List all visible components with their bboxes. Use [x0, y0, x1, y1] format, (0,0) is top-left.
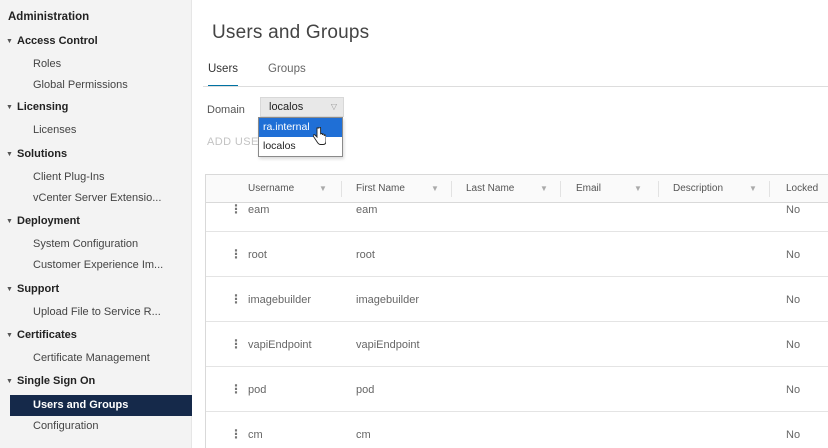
sidebar-item-licenses[interactable]: Licenses — [0, 120, 191, 141]
domain-select-value: localos — [269, 101, 304, 113]
vertical-ellipsis-icon[interactable]: ⋮ — [230, 202, 242, 216]
sidebar-section-label: Licensing — [17, 101, 69, 113]
sidebar-item-users-and-groups[interactable]: Users and Groups — [10, 395, 192, 416]
add-user-button[interactable]: ADD USE — [207, 136, 259, 148]
chevron-down-icon: ▼ — [6, 217, 13, 225]
sidebar-section-support[interactable]: ▼ Support — [6, 283, 59, 295]
vertical-ellipsis-icon[interactable]: ⋮ — [230, 382, 242, 396]
cell-username: eam — [248, 204, 270, 216]
sidebar-section-label: Support — [17, 283, 60, 295]
cell-locked: No — [786, 384, 801, 396]
sidebar-item-certificate-management[interactable]: Certificate Management — [0, 348, 191, 369]
sidebar-item-global-permissions[interactable]: Global Permissions — [0, 75, 191, 96]
sidebar-item-upload-file[interactable]: Upload File to Service R... — [0, 302, 191, 323]
cell-username: vapiEndpoint — [248, 339, 312, 351]
sidebar-item-client-plug-ins[interactable]: Client Plug-Ins — [0, 167, 191, 188]
cell-locked: No — [786, 339, 801, 351]
users-table: Username ▼ First Name ▼ Last Name ▼ Emai… — [205, 174, 828, 448]
sidebar-item-system-configuration[interactable]: System Configuration — [0, 234, 191, 255]
chevron-down-icon: ▼ — [6, 285, 13, 293]
cell-first-name: pod — [356, 384, 375, 396]
sidebar-section-label: Solutions — [17, 148, 68, 160]
cell-username: imagebuilder — [248, 294, 311, 306]
cell-first-name: root — [356, 249, 375, 261]
sidebar-section-access-control[interactable]: ▼ Access Control — [6, 35, 98, 47]
table-row[interactable]: ⋮ imagebuilder imagebuilder No — [206, 277, 828, 322]
cell-locked: No — [786, 249, 801, 261]
tab-users[interactable]: Users — [208, 63, 239, 87]
chevron-down-icon: ▼ — [6, 103, 13, 111]
domain-select[interactable]: localos ▽ — [260, 97, 344, 117]
sidebar-section-label: Access Control — [17, 35, 98, 47]
sidebar-item-customer-experience[interactable]: Customer Experience Im... — [0, 255, 191, 276]
cell-locked: No — [786, 204, 801, 216]
cell-locked: No — [786, 429, 801, 441]
vertical-ellipsis-icon[interactable]: ⋮ — [230, 247, 242, 261]
vertical-ellipsis-icon[interactable]: ⋮ — [230, 337, 242, 351]
domain-label: Domain — [207, 104, 245, 116]
cell-first-name: vapiEndpoint — [356, 339, 420, 351]
hand-pointer-icon — [313, 127, 326, 145]
table-row[interactable]: ⋮ vapiEndpoint vapiEndpoint No — [206, 322, 828, 367]
sidebar-item-vcenter-server-extensions[interactable]: vCenter Server Extensio... — [0, 188, 191, 209]
table-row[interactable]: ⋮ pod pod No — [206, 367, 828, 412]
chevron-down-icon: ▼ — [6, 150, 13, 158]
chevron-down-icon: ▼ — [6, 37, 13, 45]
cell-locked: No — [786, 294, 801, 306]
sidebar-section-solutions[interactable]: ▼ Solutions — [6, 148, 67, 160]
domain-option-localos[interactable]: localos — [259, 137, 342, 156]
tab-groups[interactable]: Groups — [268, 63, 306, 87]
sidebar-item-roles[interactable]: Roles — [0, 54, 191, 75]
chevron-down-icon: ▼ — [6, 377, 13, 385]
main-content: Users and Groups Users Groups Domain loc… — [193, 0, 828, 448]
cell-first-name: cm — [356, 429, 371, 441]
tabs-divider — [203, 86, 828, 87]
table-row[interactable]: ⋮ root root No — [206, 232, 828, 277]
sidebar-section-label: Deployment — [17, 215, 80, 227]
cell-username: root — [248, 249, 267, 261]
vertical-ellipsis-icon[interactable]: ⋮ — [230, 292, 242, 306]
sidebar-section-deployment[interactable]: ▼ Deployment — [6, 215, 80, 227]
sidebar-section-licensing[interactable]: ▼ Licensing — [6, 101, 68, 113]
domain-option-ra-internal[interactable]: ra.internal — [259, 118, 342, 137]
cell-username: pod — [248, 384, 267, 396]
sidebar-item-configuration[interactable]: Configuration — [0, 416, 191, 437]
chevron-down-icon: ▽ — [330, 102, 337, 111]
chevron-down-icon: ▼ — [6, 331, 13, 339]
page-title: Users and Groups — [212, 22, 370, 43]
cell-first-name: eam — [356, 204, 378, 216]
cell-username: cm — [248, 429, 263, 441]
vertical-ellipsis-icon[interactable]: ⋮ — [230, 427, 242, 441]
sidebar: Administration ▼ Access Control Roles Gl… — [0, 0, 192, 448]
domain-dropdown-list: ra.internal localos — [258, 117, 343, 157]
table-row[interactable]: ⋮ cm cm No — [206, 412, 828, 448]
sidebar-section-single-sign-on[interactable]: ▼ Single Sign On — [6, 375, 95, 387]
sidebar-title: Administration — [8, 11, 90, 23]
sidebar-section-certificates[interactable]: ▼ Certificates — [6, 329, 77, 341]
table-row[interactable]: ⋮ eam eam No — [206, 194, 828, 232]
sidebar-section-label: Certificates — [17, 329, 77, 341]
cell-first-name: imagebuilder — [356, 294, 419, 306]
sidebar-section-label: Single Sign On — [17, 375, 96, 387]
